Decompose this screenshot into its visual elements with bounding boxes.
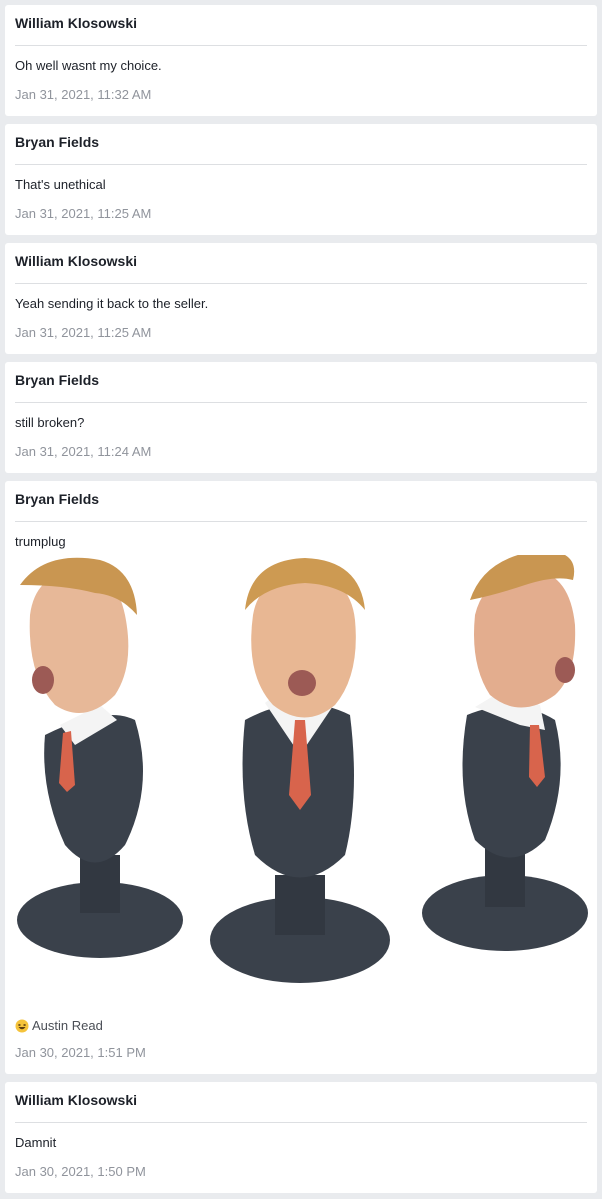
divider xyxy=(15,1122,587,1123)
message-text: Oh well wasnt my choice. xyxy=(15,58,162,73)
divider xyxy=(15,283,587,284)
message-text: Damnit xyxy=(15,1135,57,1150)
message-feed: William Klosowski Oh well wasnt my choic… xyxy=(0,0,602,1199)
reaction-user: Austin Read xyxy=(32,1018,103,1033)
message-card: William Klosowski Oh well wasnt my choic… xyxy=(5,5,597,116)
reaction[interactable]: Austin Read xyxy=(15,1018,103,1033)
message-text: still broken? xyxy=(15,415,85,430)
message-author[interactable]: William Klosowski xyxy=(15,1092,137,1108)
message-text: trumplug xyxy=(15,534,66,549)
message-card: William Klosowski Yeah sending it back t… xyxy=(5,243,597,354)
message-card: Bryan Fields trumplug Austin Read Jan 30… xyxy=(5,481,597,1074)
message-timestamp: Jan 31, 2021, 11:24 AM xyxy=(15,444,152,459)
message-text: That's unethical xyxy=(15,177,106,192)
divider xyxy=(15,45,587,46)
message-timestamp: Jan 31, 2021, 11:32 AM xyxy=(15,87,152,102)
message-author[interactable]: Bryan Fields xyxy=(15,372,99,388)
message-timestamp: Jan 31, 2021, 11:25 AM xyxy=(15,325,152,340)
message-card: Bryan Fields That's unethical Jan 31, 20… xyxy=(5,124,597,235)
message-timestamp: Jan 30, 2021, 1:50 PM xyxy=(15,1164,146,1179)
message-timestamp: Jan 30, 2021, 1:51 PM xyxy=(15,1045,146,1060)
attached-photo[interactable] xyxy=(5,555,597,990)
laughing-emoji-icon xyxy=(15,1019,29,1032)
message-author[interactable]: William Klosowski xyxy=(15,15,137,31)
divider xyxy=(15,164,587,165)
divider xyxy=(15,402,587,403)
message-author[interactable]: Bryan Fields xyxy=(15,134,99,150)
message-author[interactable]: William Klosowski xyxy=(15,253,137,269)
message-text: Yeah sending it back to the seller. xyxy=(15,296,209,311)
message-author[interactable]: Bryan Fields xyxy=(15,491,99,507)
message-card: Bryan Fields still broken? Jan 31, 2021,… xyxy=(5,362,597,473)
divider xyxy=(15,521,587,522)
message-timestamp: Jan 31, 2021, 11:25 AM xyxy=(15,206,152,221)
message-card: William Klosowski Damnit Jan 30, 2021, 1… xyxy=(5,1082,597,1193)
